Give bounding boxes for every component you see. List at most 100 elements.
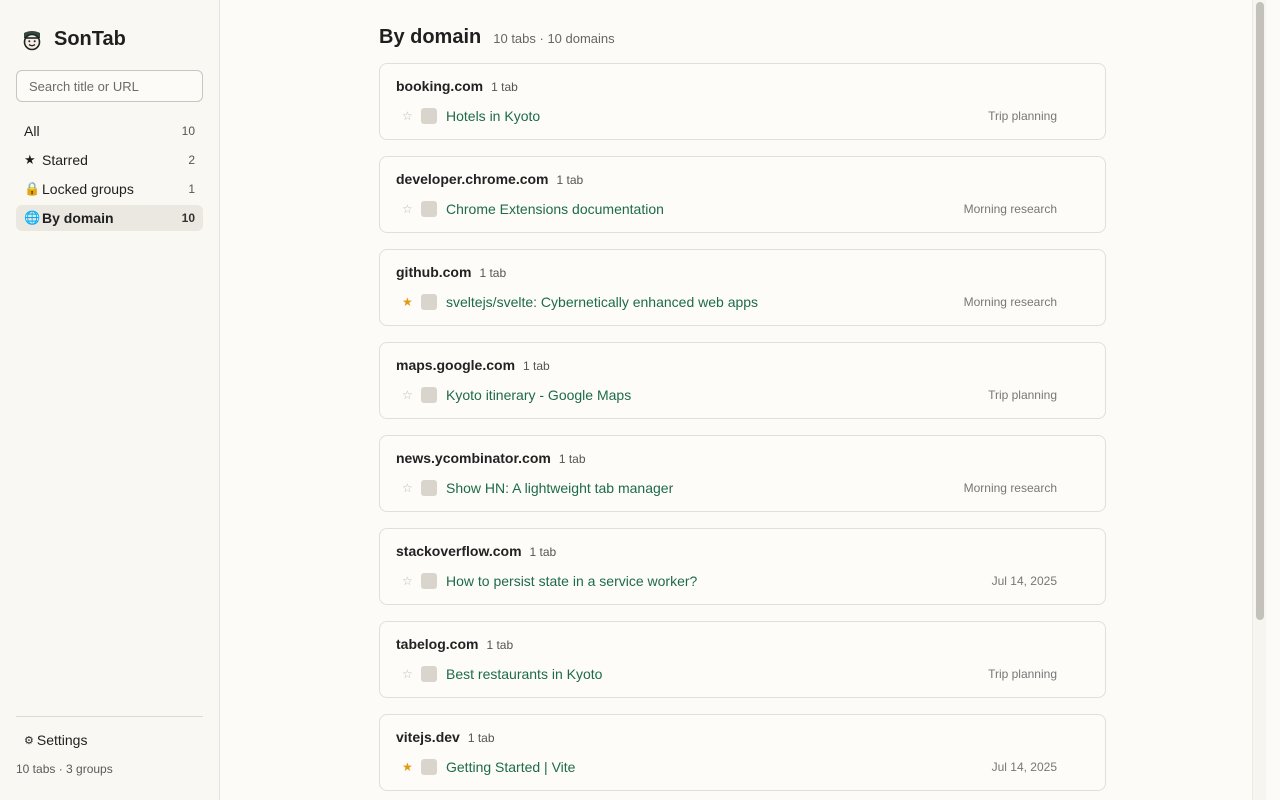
domain-name: news.ycombinator.com [396,450,551,466]
domain-name: developer.chrome.com [396,171,549,187]
tab-row: ☆ Chrome Extensions documentation Mornin… [396,199,1057,219]
sidebar-item-starred[interactable]: ★ Starred 2 [16,147,203,173]
sidebar-item-label: Locked groups [42,181,134,197]
star-toggle-icon[interactable]: ☆ [396,202,421,216]
star-toggle-icon[interactable]: ☆ [396,481,421,495]
star-toggle-icon[interactable]: ★ [396,760,421,774]
domain-group-header: tabelog.com 1 tab [396,636,513,652]
tab-date: Jul 14, 2025 [991,574,1057,588]
tab-date: Jul 14, 2025 [991,760,1057,774]
settings-label: Settings [36,732,88,748]
brand: SonTab [22,28,126,51]
tab-count: 1 tab [556,173,584,187]
tab-title-link[interactable]: Show HN: A lightweight tab manager [446,480,964,496]
sidebar-item-count: 2 [188,153,195,167]
star-toggle-icon[interactable]: ☆ [396,574,421,588]
scrollbar[interactable] [1252,0,1266,800]
domain-group-header: news.ycombinator.com 1 tab [396,450,586,466]
sidebar-item-count: 10 [181,211,195,225]
tab-row: ☆ Kyoto itinerary - Google Maps Trip pla… [396,385,1057,405]
tab-summary: 10 tabs · 3 groups [16,762,113,776]
favicon-icon [421,201,437,217]
domain-group: github.com 1 tab ★ sveltejs/svelte: Cybe… [379,249,1106,326]
tab-group-label: Trip planning [988,667,1057,681]
tab-title-link[interactable]: Getting Started | Vite [446,759,992,775]
logo-face-icon [22,29,42,51]
domain-group: stackoverflow.com 1 tab ☆ How to persist… [379,528,1106,605]
tab-count: 1 tab [479,266,507,280]
tab-count: 1 tab [523,359,550,373]
sidebar-item-locked-groups[interactable]: 🔒 Locked groups 1 [16,176,203,202]
tab-title-link[interactable]: Chrome Extensions documentation [446,201,964,217]
star-toggle-icon[interactable]: ☆ [396,109,421,123]
scrollbar-thumb[interactable] [1256,2,1264,620]
sidebar-item-by-domain[interactable]: 🌐 By domain 10 [16,205,203,231]
sidebar-divider [16,716,203,717]
gear-icon: ⚙ [24,734,34,747]
star-toggle-icon[interactable]: ☆ [396,388,421,402]
tab-group-label: Trip planning [988,388,1057,402]
domain-group-header: maps.google.com 1 tab [396,357,550,373]
tab-title-link[interactable]: Kyoto itinerary - Google Maps [446,387,988,403]
domain-group: developer.chrome.com 1 tab ☆ Chrome Exte… [379,156,1106,233]
sidebar: SonTab All 10 ★ Starred 2 🔒 Locked group… [0,0,220,800]
star-toggle-icon[interactable]: ☆ [396,667,421,681]
domain-name: tabelog.com [396,636,479,652]
page-title: By domain [379,26,482,48]
tab-title-link[interactable]: sveltejs/svelte: Cybernetically enhanced… [446,294,964,310]
favicon-icon [421,387,437,403]
domain-name: maps.google.com [396,357,516,373]
tab-row: ★ sveltejs/svelte: Cybernetically enhanc… [396,292,1057,312]
globe-icon: 🌐 [24,210,41,225]
sidebar-nav: All 10 ★ Starred 2 🔒 Locked groups 1 🌐 B… [16,118,203,234]
domain-group: maps.google.com 1 tab ☆ Kyoto itinerary … [379,342,1106,419]
domain-group-header: developer.chrome.com 1 tab [396,171,583,187]
tab-row: ★ Getting Started | Vite Jul 14, 2025 [396,757,1057,777]
sidebar-item-all[interactable]: All 10 [16,118,203,144]
lock-icon: 🔒 [24,181,41,196]
tab-count: 1 tab [491,80,518,94]
sidebar-item-label: Starred [42,152,88,168]
domain-group: news.ycombinator.com 1 tab ☆ Show HN: A … [379,435,1106,512]
favicon-icon [421,480,437,496]
tab-count: 1 tab [558,452,586,466]
settings-button[interactable]: ⚙ Settings [24,732,87,748]
sidebar-item-label: By domain [42,210,114,226]
sidebar-item-count: 1 [188,182,195,196]
tab-row: ☆ Best restaurants in Kyoto Trip plannin… [396,664,1057,684]
tab-title-link[interactable]: Hotels in Kyoto [446,108,988,124]
search-input[interactable] [16,70,203,102]
domain-name: stackoverflow.com [396,543,522,559]
favicon-icon [421,573,437,589]
domain-group-header: booking.com 1 tab [396,78,518,94]
tab-title-link[interactable]: How to persist state in a service worker… [446,573,992,589]
main-content: By domain 10 tabs · 10 domains booking.c… [221,0,1266,800]
domain-name: github.com [396,264,472,280]
app-title: SonTab [54,28,126,50]
tab-title-link[interactable]: Best restaurants in Kyoto [446,666,988,682]
domain-group-header: github.com 1 tab [396,264,506,280]
sidebar-item-count: 10 [181,124,195,138]
domain-group: tabelog.com 1 tab ☆ Best restaurants in … [379,621,1106,698]
tab-count: 1 tab [486,638,514,652]
domain-group-header: stackoverflow.com 1 tab [396,543,556,559]
tab-group-label: Morning research [963,202,1057,216]
tab-row: ☆ Show HN: A lightweight tab manager Mor… [396,478,1057,498]
page-subtitle: 10 tabs · 10 domains [493,31,615,46]
tab-count: 1 tab [529,545,557,559]
domain-name: booking.com [396,78,484,94]
tab-group-label: Morning research [963,295,1057,309]
star-icon: ★ [24,152,36,167]
domain-group-header: vitejs.dev 1 tab [396,729,495,745]
tab-group-label: Morning research [963,481,1057,495]
domain-name: vitejs.dev [396,729,460,745]
domain-group: booking.com 1 tab ☆ Hotels in Kyoto Trip… [379,63,1106,140]
tab-row: ☆ Hotels in Kyoto Trip planning [396,106,1057,126]
tab-count: 1 tab [467,731,495,745]
domain-group: vitejs.dev 1 tab ★ Getting Started | Vit… [379,714,1106,791]
favicon-icon [421,294,437,310]
star-toggle-icon[interactable]: ★ [396,295,421,309]
favicon-icon [421,759,437,775]
tab-row: ☆ How to persist state in a service work… [396,571,1057,591]
domain-group-list: booking.com 1 tab ☆ Hotels in Kyoto Trip… [379,63,1106,800]
